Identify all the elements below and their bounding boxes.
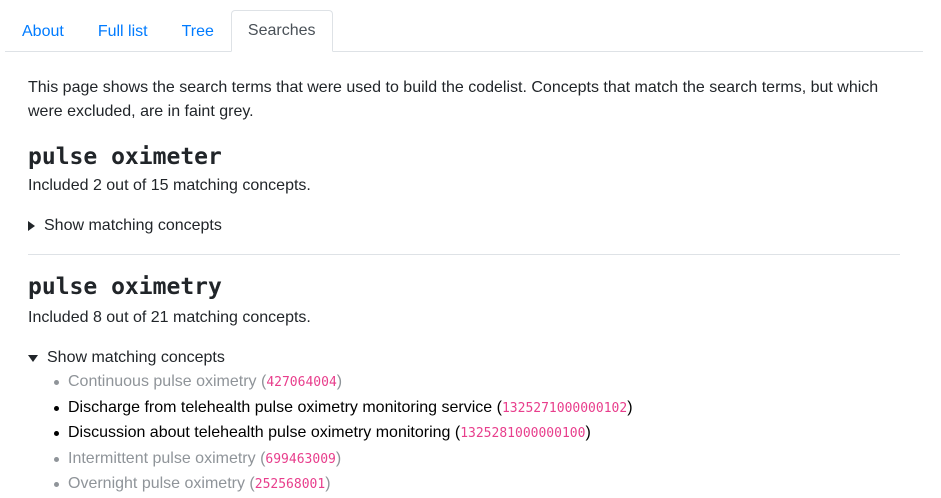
section-divider [28,254,900,255]
concept-code: 1325271000000102 [501,400,628,416]
search-term-heading: pulse oximeter [28,144,222,170]
triangle-right-icon [28,221,35,231]
codelist-tabs: About Full list Tree Searches [5,10,923,52]
search-summary: Included 8 out of 21 matching concepts. [28,309,311,326]
concept-name: Discussion about telehealth pulse oximet… [68,424,451,441]
concept-code: 1325281000000100 [460,426,586,441]
toggle-label: Show matching concepts [47,349,225,366]
show-matching-concepts-toggle[interactable]: Show matching concepts [28,347,900,369]
concept-name: Overnight pulse oximetry [68,475,245,492]
concept-item: Intermittent pulse oximetry (699463009) [54,447,900,473]
search-section: pulse oximeter Included 2 out of 15 matc… [28,142,900,237]
search-section: pulse oximetry Included 8 out of 21 matc… [28,272,900,498]
tab-full-list[interactable]: Full list [81,11,165,52]
intro-text: This page shows the search terms that we… [28,79,879,120]
concept-code: 699463009 [265,451,336,467]
search-term-heading: pulse oximetry [28,274,222,300]
toggle-label: Show matching concepts [44,217,222,234]
search-summary: Included 2 out of 15 matching concepts. [28,177,311,194]
tab-tree[interactable]: Tree [165,11,231,52]
searches-panel: This page shows the search terms that we… [28,76,900,498]
concept-code: 427064004 [266,375,337,390]
concept-item: Discharge from telehealth pulse oximetry… [54,396,900,422]
concept-item: Overnight pulse oximetry (252568001) [54,472,900,498]
concept-name: Intermittent pulse oximetry [68,449,256,467]
matching-concepts-list: Continuous pulse oximetry (427064004) Di… [28,370,900,498]
show-matching-concepts-toggle[interactable]: Show matching concepts [28,215,900,237]
concept-name: Continuous pulse oximetry [68,373,257,390]
tab-about[interactable]: About [5,11,81,52]
triangle-down-icon [28,354,38,362]
concept-item: Discussion about telehealth pulse oximet… [54,421,900,447]
concept-name: Discharge from telehealth pulse oximetry… [68,398,493,416]
concept-code: 252568001 [254,477,326,492]
tab-searches[interactable]: Searches [230,10,333,52]
concept-item: Continuous pulse oximetry (427064004) [54,370,900,396]
